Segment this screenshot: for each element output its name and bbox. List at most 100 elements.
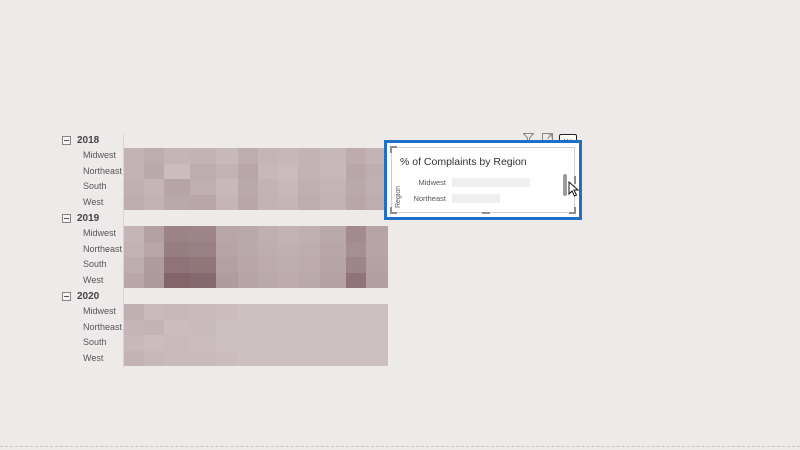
resize-handle-top-left[interactable]	[390, 146, 397, 153]
heatmap-cell[interactable]	[124, 319, 144, 335]
year-header-2020[interactable]: 2020	[62, 289, 99, 303]
heatmap-cell[interactable]	[164, 163, 190, 179]
heatmap-cell[interactable]	[346, 226, 366, 242]
bar-midwest[interactable]	[452, 178, 530, 187]
heatmap-cell[interactable]	[124, 226, 144, 242]
heatmap-cell[interactable]	[190, 350, 216, 366]
heatmap-cell[interactable]	[190, 304, 216, 320]
heatmap-cell[interactable]	[124, 148, 144, 164]
heatmap-cell[interactable]	[366, 272, 388, 288]
heatmap-row[interactable]	[124, 319, 388, 335]
heatmap-cell[interactable]	[366, 226, 388, 242]
heatmap-cell[interactable]	[258, 194, 278, 210]
heatmap-cell[interactable]	[190, 226, 216, 242]
visual-scrollbar[interactable]	[563, 174, 567, 196]
heatmap-cell[interactable]	[258, 179, 278, 195]
heatmap-cell[interactable]	[124, 179, 144, 195]
heatmap-cell[interactable]	[366, 319, 388, 335]
heatmap-cell[interactable]	[320, 163, 346, 179]
heatmap-cell[interactable]	[366, 350, 388, 366]
heatmap-cell[interactable]	[298, 194, 320, 210]
heatmap-cell[interactable]	[366, 335, 388, 351]
heatmap-cell[interactable]	[216, 148, 238, 164]
heatmap-cell[interactable]	[346, 163, 366, 179]
heatmap-cell[interactable]	[124, 257, 144, 273]
heatmap-cell[interactable]	[298, 179, 320, 195]
heatmap-cell[interactable]	[320, 257, 346, 273]
heatmap-cell[interactable]	[238, 148, 258, 164]
heatmap-cell[interactable]	[258, 257, 278, 273]
region-bar-chart-visual[interactable]: % of Complaints by Region Region Midwest…	[384, 140, 582, 220]
heatmap-cell[interactable]	[164, 304, 190, 320]
heatmap-cell[interactable]	[190, 194, 216, 210]
year-header-2018[interactable]: 2018	[62, 133, 99, 147]
heatmap-cell[interactable]	[320, 304, 346, 320]
heatmap-cell[interactable]	[216, 179, 238, 195]
heatmap-cell[interactable]	[320, 226, 346, 242]
heatmap-cell[interactable]	[278, 241, 298, 257]
heatmap-cell[interactable]	[320, 194, 346, 210]
heatmap-cell[interactable]	[238, 226, 258, 242]
heatmap-row[interactable]	[124, 272, 388, 288]
heatmap-cell[interactable]	[346, 304, 366, 320]
heatmap-row[interactable]	[124, 226, 388, 242]
heatmap-cell[interactable]	[258, 148, 278, 164]
heatmap-cell[interactable]	[238, 304, 258, 320]
collapse-icon[interactable]	[62, 135, 71, 145]
heatmap-cell[interactable]	[144, 257, 164, 273]
heatmap-cell[interactable]	[238, 272, 258, 288]
heatmap-cell[interactable]	[278, 194, 298, 210]
collapse-icon[interactable]	[62, 291, 71, 301]
heatmap-cell[interactable]	[320, 272, 346, 288]
heatmap-cell[interactable]	[346, 335, 366, 351]
heatmap-cell[interactable]	[144, 179, 164, 195]
heatmap-cell[interactable]	[124, 272, 144, 288]
heatmap-cell[interactable]	[144, 148, 164, 164]
heatmap-cell[interactable]	[216, 226, 238, 242]
heatmap-cell[interactable]	[144, 163, 164, 179]
heatmap-cell[interactable]	[346, 319, 366, 335]
heatmap-cell[interactable]	[278, 350, 298, 366]
heatmap-cell[interactable]	[216, 194, 238, 210]
heatmap-cell[interactable]	[298, 148, 320, 164]
heatmap-cell[interactable]	[346, 179, 366, 195]
heatmap-cell[interactable]	[346, 257, 366, 273]
heatmap-cell[interactable]	[278, 179, 298, 195]
heatmap-cell[interactable]	[366, 241, 388, 257]
heatmap-cell[interactable]	[144, 226, 164, 242]
heatmap-cell[interactable]	[346, 350, 366, 366]
bar-northeast[interactable]	[452, 194, 500, 203]
heatmap-cell[interactable]	[144, 304, 164, 320]
heatmap-cell[interactable]	[238, 163, 258, 179]
heatmap-cell[interactable]	[238, 319, 258, 335]
heatmap-cell[interactable]	[258, 350, 278, 366]
heatmap-cell[interactable]	[258, 272, 278, 288]
heatmap-cell[interactable]	[298, 335, 320, 351]
heatmap-cell[interactable]	[278, 257, 298, 273]
heatmap-cell[interactable]	[278, 304, 298, 320]
year-header-2019[interactable]: 2019	[62, 211, 99, 225]
heatmap-cell[interactable]	[144, 272, 164, 288]
heatmap-cell[interactable]	[320, 179, 346, 195]
heatmap-cell[interactable]	[366, 257, 388, 273]
heatmap-cell[interactable]	[164, 241, 190, 257]
heatmap-cell[interactable]	[164, 179, 190, 195]
heatmap-row[interactable]	[124, 350, 388, 366]
heatmap-row[interactable]	[124, 335, 388, 351]
heatmap-cell[interactable]	[216, 163, 238, 179]
heatmap-cell[interactable]	[238, 179, 258, 195]
heatmap-cell[interactable]	[278, 319, 298, 335]
heatmap-cell[interactable]	[298, 319, 320, 335]
heatmap-cell[interactable]	[298, 241, 320, 257]
heatmap-cell[interactable]	[346, 194, 366, 210]
heatmap-cell[interactable]	[298, 226, 320, 242]
heatmap-cell[interactable]	[144, 319, 164, 335]
heatmap-row[interactable]	[124, 148, 388, 164]
heatmap-row[interactable]	[124, 304, 388, 320]
heatmap-cell[interactable]	[238, 194, 258, 210]
matrix-visual[interactable]: 2018 Midwest Northeast South West 2019 Midwest…	[0, 0, 800, 450]
heatmap-row[interactable]	[124, 179, 388, 195]
heatmap-cell[interactable]	[278, 335, 298, 351]
heatmap-cell[interactable]	[144, 335, 164, 351]
heatmap-cell[interactable]	[216, 304, 238, 320]
